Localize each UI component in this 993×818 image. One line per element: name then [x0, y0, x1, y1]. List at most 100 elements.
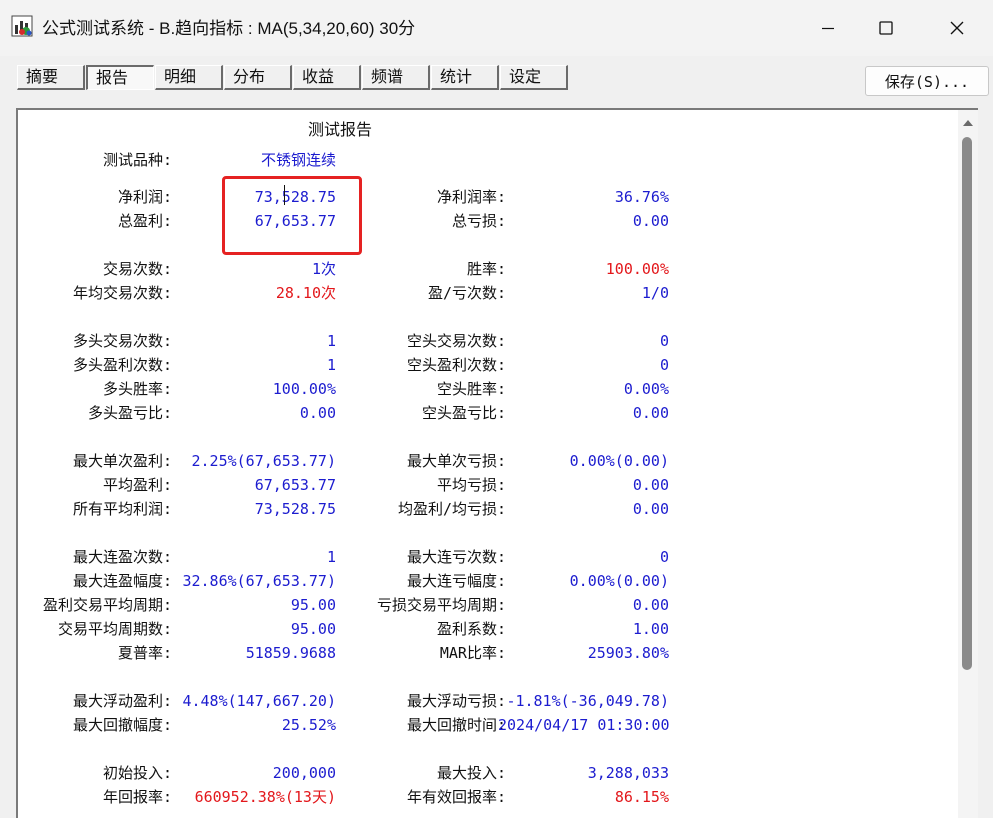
report-label: 空头盈亏比:: [421, 404, 506, 422]
report-label: 总盈利:: [117, 212, 172, 230]
report-value: 0.00: [632, 500, 669, 518]
report-label: 测试品种:: [102, 151, 172, 169]
report-value: 200,000: [272, 764, 336, 782]
report-label: 夏普率:: [117, 644, 172, 662]
report-label: 最大连盈幅度:: [72, 572, 172, 590]
report-label: 最大连亏幅度:: [406, 572, 506, 590]
report-label: MAR比率:: [439, 644, 506, 662]
report-label: 最大浮动盈利:: [72, 692, 172, 710]
report-value: 28.10次: [275, 284, 336, 302]
report-value: 95.00: [290, 620, 336, 638]
report-value: 67,653.77: [254, 476, 336, 494]
report-title: 测试报告: [308, 120, 373, 139]
report-value: 86.15%: [614, 788, 669, 806]
text-caret: [284, 185, 285, 205]
report-label: 交易次数:: [102, 260, 172, 278]
report-label: 平均亏损:: [436, 476, 506, 494]
report-label: 最大投入:: [436, 764, 506, 782]
tab-returns[interactable]: 收益: [293, 65, 361, 90]
report-value: 0.00%(0.00): [569, 452, 669, 470]
report-value: 0.00: [632, 404, 669, 422]
report-value: 100.00%: [272, 380, 336, 398]
report-label: 多头盈亏比:: [87, 404, 172, 422]
report-label: 最大回撤幅度:: [72, 716, 172, 734]
report-value: 36.76%: [614, 188, 669, 206]
report-label: 多头交易次数:: [72, 332, 172, 350]
report-value: 100.00%: [605, 260, 669, 278]
tab-spectrum[interactable]: 频谱: [362, 65, 430, 90]
report-label: 初始投入:: [102, 764, 172, 782]
tab-distribution[interactable]: 分布: [224, 65, 292, 90]
report-value: 73,528.75: [254, 500, 336, 518]
title-bar: 公式测试系统 - B.趋向指标 : MA(5,34,20,60) 30分: [0, 0, 993, 56]
report-label: 空头胜率:: [436, 380, 506, 398]
report-label: 平均盈利:: [102, 476, 172, 494]
report-label: 亏损交易平均周期:: [376, 596, 506, 614]
report-value: 25903.80%: [587, 644, 669, 662]
report-label: 年有效回报率:: [406, 788, 506, 806]
report-value: 660952.38%(13天): [194, 788, 336, 806]
report-value: 95.00: [290, 596, 336, 614]
report-label: 最大浮动亏损:: [406, 692, 506, 710]
chart-app-icon: [11, 15, 33, 37]
maximize-button[interactable]: [858, 8, 914, 48]
vertical-scrollbar[interactable]: [958, 110, 978, 818]
report-label: 净利润:: [117, 188, 172, 206]
tab-report[interactable]: 报告: [86, 65, 154, 90]
report-value: 51859.9688: [245, 644, 336, 662]
report-value: 2.25%(67,653.77): [191, 452, 337, 470]
report-value: 1: [326, 356, 336, 374]
window-title: 公式测试系统 - B.趋向指标 : MA(5,34,20,60) 30分: [42, 19, 416, 38]
report-label: 净利润率:: [436, 188, 506, 206]
report-panel: 测试报告 测试品种: 不锈钢连续净利润: 73,528.75 净利润率: 36.76% 总…: [16, 108, 978, 818]
report-value: 1.00: [632, 620, 669, 638]
close-button[interactable]: [929, 8, 985, 48]
report-label: 均盈利/均亏损:: [397, 500, 506, 518]
report-value: 25.52%: [281, 716, 336, 734]
report-value: 1次: [311, 260, 336, 278]
report-label: 总亏损:: [451, 212, 506, 230]
report-value: 1/0: [641, 284, 669, 302]
report-label: 年回报率:: [102, 788, 172, 806]
report-label: 多头盈利次数:: [72, 356, 172, 374]
report-label: 交易平均周期数:: [57, 620, 172, 638]
report-value: 0.00%: [623, 380, 669, 398]
report-label: 最大单次盈利:: [72, 452, 172, 470]
report-label: 年均交易次数:: [72, 284, 172, 302]
minimize-icon: [822, 27, 834, 30]
highlight-box: [222, 176, 362, 255]
tab-settings[interactable]: 设定: [500, 65, 568, 90]
tab-summary[interactable]: 摘要: [17, 65, 85, 90]
report-value: 0.00: [299, 404, 336, 422]
report-label: 盈利系数:: [436, 620, 506, 638]
save-button[interactable]: 保存(S)...: [865, 66, 989, 96]
report-label: 盈/亏次数:: [427, 284, 506, 302]
report-label: 多头胜率:: [102, 380, 172, 398]
report-value: 0: [659, 548, 669, 566]
report-value: 1: [326, 332, 336, 350]
report-value: 0.00: [632, 596, 669, 614]
report-value: 0: [659, 332, 669, 350]
report-label: 最大单次亏损:: [406, 452, 506, 470]
report-value: 0.00%(0.00): [569, 572, 669, 590]
report-value: 2024/04/17 01:30:00: [498, 716, 670, 734]
report-label: 空头盈利次数:: [406, 356, 506, 374]
maximize-icon: [879, 21, 893, 35]
tab-details[interactable]: 明细: [155, 65, 223, 90]
report-value: -1.81%(-36,049.78): [506, 692, 669, 710]
report-value: 不锈钢连续: [260, 151, 336, 169]
tab-statistics[interactable]: 统计: [431, 65, 499, 90]
report-label: 最大回撤时间:: [406, 716, 506, 734]
report-value: 0.00: [632, 476, 669, 494]
report-value: 1: [326, 548, 336, 566]
report-label: 所有平均利润:: [72, 500, 172, 518]
scrollbar-thumb[interactable]: [962, 137, 972, 670]
report-label: 盈利交易平均周期:: [42, 596, 172, 614]
scroll-up-arrow-icon[interactable]: [962, 118, 974, 128]
report-value: 3,288,033: [587, 764, 669, 782]
report-label: 最大连亏次数:: [406, 548, 506, 566]
report-label: 空头交易次数:: [406, 332, 506, 350]
report-value: 4.48%(147,667.20): [182, 692, 336, 710]
minimize-button[interactable]: [800, 8, 856, 48]
report-value: 32.86%(67,653.77): [182, 572, 336, 590]
